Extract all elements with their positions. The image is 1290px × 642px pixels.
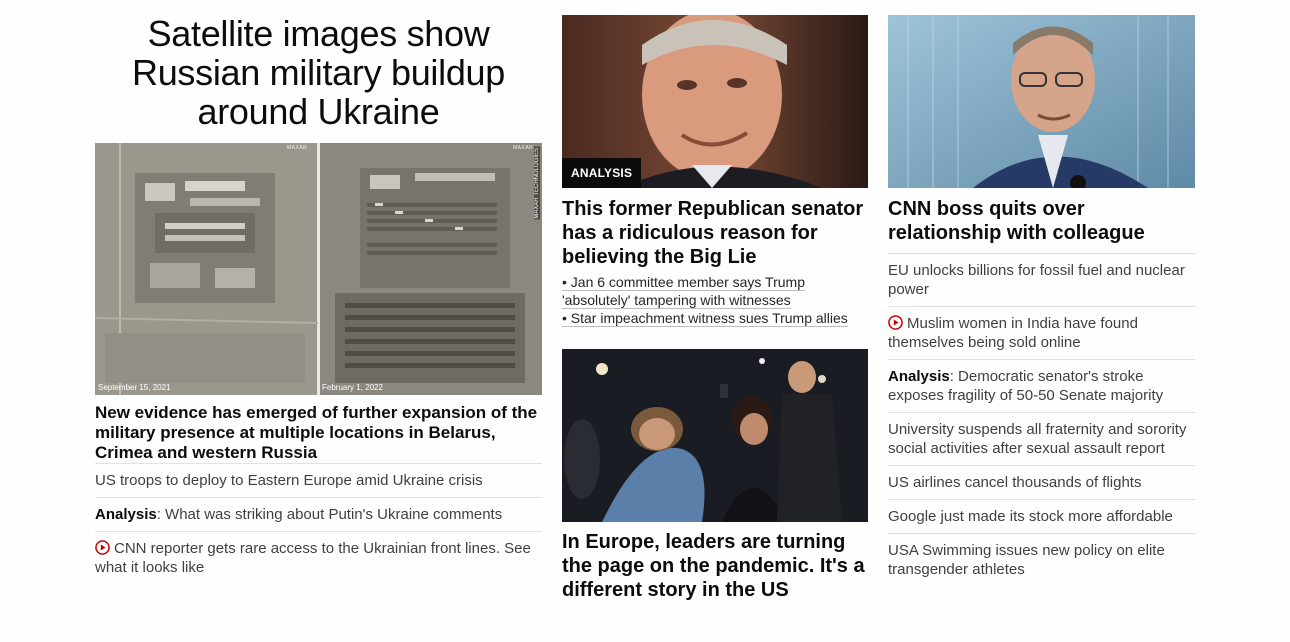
image-tag: MAXAR xyxy=(513,145,534,151)
list-item[interactable]: Google just made its stock more affordab… xyxy=(888,499,1195,533)
cnn-boss-photo[interactable] xyxy=(888,15,1195,188)
list-item-text: University suspends all fraternity and s… xyxy=(888,421,1187,457)
satellite-image[interactable]: MAXAR MAXAR MAXAR TECHNOLOGIES September… xyxy=(95,143,542,395)
cnn-boss-headline[interactable]: CNN boss quits over relationship with co… xyxy=(888,197,1195,245)
lead-story-title[interactable]: Satellite images show Russian military b… xyxy=(95,14,542,131)
related-link[interactable]: • Jan 6 committee member says Trump 'abs… xyxy=(562,273,868,309)
related-link[interactable]: • Star impeachment witness sues Trump al… xyxy=(562,309,868,327)
analysis-badge: ANALYSIS xyxy=(562,158,642,188)
play-icon xyxy=(95,540,110,555)
europe-crowd-photo[interactable] xyxy=(562,349,868,522)
list-item[interactable]: Analysis: What was striking about Putin'… xyxy=(95,497,542,531)
europe-story-headline[interactable]: In Europe, leaders are turning the page … xyxy=(562,530,868,602)
list-item-text: CNN reporter gets rare access to the Ukr… xyxy=(95,540,531,576)
list-item[interactable]: USA Swimming issues new policy on elite … xyxy=(888,533,1195,586)
analysis-label: Analysis xyxy=(888,368,950,385)
list-item[interactable]: EU unlocks billions for fossil fuel and … xyxy=(888,253,1195,306)
middle-column: ANALYSIS This former Republican senator … xyxy=(562,0,868,602)
image-credit: MAXAR TECHNOLOGIES xyxy=(534,147,540,220)
list-item-text: US troops to deploy to Eastern Europe am… xyxy=(95,472,483,489)
lead-story-column: Satellite images show Russian military b… xyxy=(95,0,542,584)
image-tag: MAXAR xyxy=(287,145,308,151)
analysis-label: Analysis xyxy=(95,506,157,523)
image-date-left: September 15, 2021 xyxy=(98,383,171,392)
play-icon xyxy=(888,315,903,330)
list-item-text: Google just made its stock more affordab… xyxy=(888,508,1173,525)
list-item[interactable]: University suspends all fraternity and s… xyxy=(888,412,1195,465)
list-item[interactable]: US airlines cancel thousands of flights xyxy=(888,465,1195,499)
image-date-right: February 1, 2022 xyxy=(322,383,383,392)
list-item-text: EU unlocks billions for fossil fuel and … xyxy=(888,262,1185,298)
lead-story-summary[interactable]: New evidence has emerged of further expa… xyxy=(95,403,542,463)
list-item-text: : What was striking about Putin's Ukrain… xyxy=(156,506,503,523)
senator-photo[interactable]: ANALYSIS xyxy=(562,15,868,188)
list-item[interactable]: US troops to deploy to Eastern Europe am… xyxy=(95,463,542,497)
list-item[interactable]: Muslim women in India have found themsel… xyxy=(888,306,1195,359)
right-column: CNN boss quits over relationship with co… xyxy=(888,0,1195,586)
list-item-text: USA Swimming issues new policy on elite … xyxy=(888,542,1165,578)
list-item[interactable]: Analysis: Democratic senator's stroke ex… xyxy=(888,359,1195,412)
list-item-text: Muslim women in India have found themsel… xyxy=(888,315,1138,351)
senator-story-headline[interactable]: This former Republican senator has a rid… xyxy=(562,197,868,269)
related-links: • Jan 6 committee member says Trump 'abs… xyxy=(562,273,868,327)
list-item[interactable]: CNN reporter gets rare access to the Ukr… xyxy=(95,531,542,584)
list-item-text: US airlines cancel thousands of flights xyxy=(888,474,1142,491)
